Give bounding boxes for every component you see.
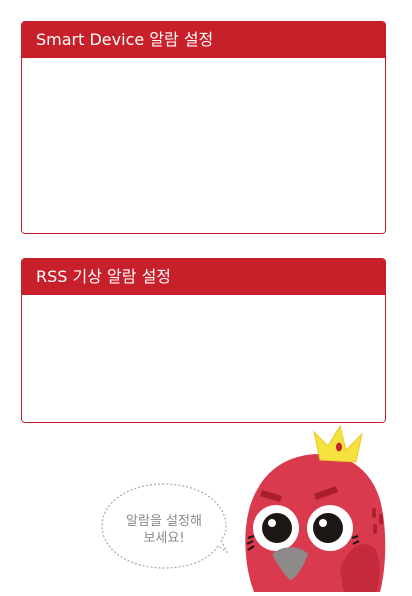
bird-mascot-icon (232, 420, 392, 592)
mascot-illustration (245, 424, 386, 592)
rss-weather-alarm-panel: RSS 기상 알람 설정 (21, 258, 386, 423)
rss-weather-alarm-title: RSS 기상 알람 설정 (22, 259, 385, 295)
smart-device-alarm-panel: Smart Device 알람 설정 (21, 21, 386, 234)
smart-device-alarm-content (22, 58, 385, 233)
speech-bubble: 알람을 설정해 보세요! (100, 482, 229, 570)
speech-bubble-text: 알람을 설정해 보세요! (126, 514, 202, 546)
smart-device-alarm-title: Smart Device 알람 설정 (22, 22, 385, 58)
rss-weather-alarm-content (22, 295, 385, 422)
